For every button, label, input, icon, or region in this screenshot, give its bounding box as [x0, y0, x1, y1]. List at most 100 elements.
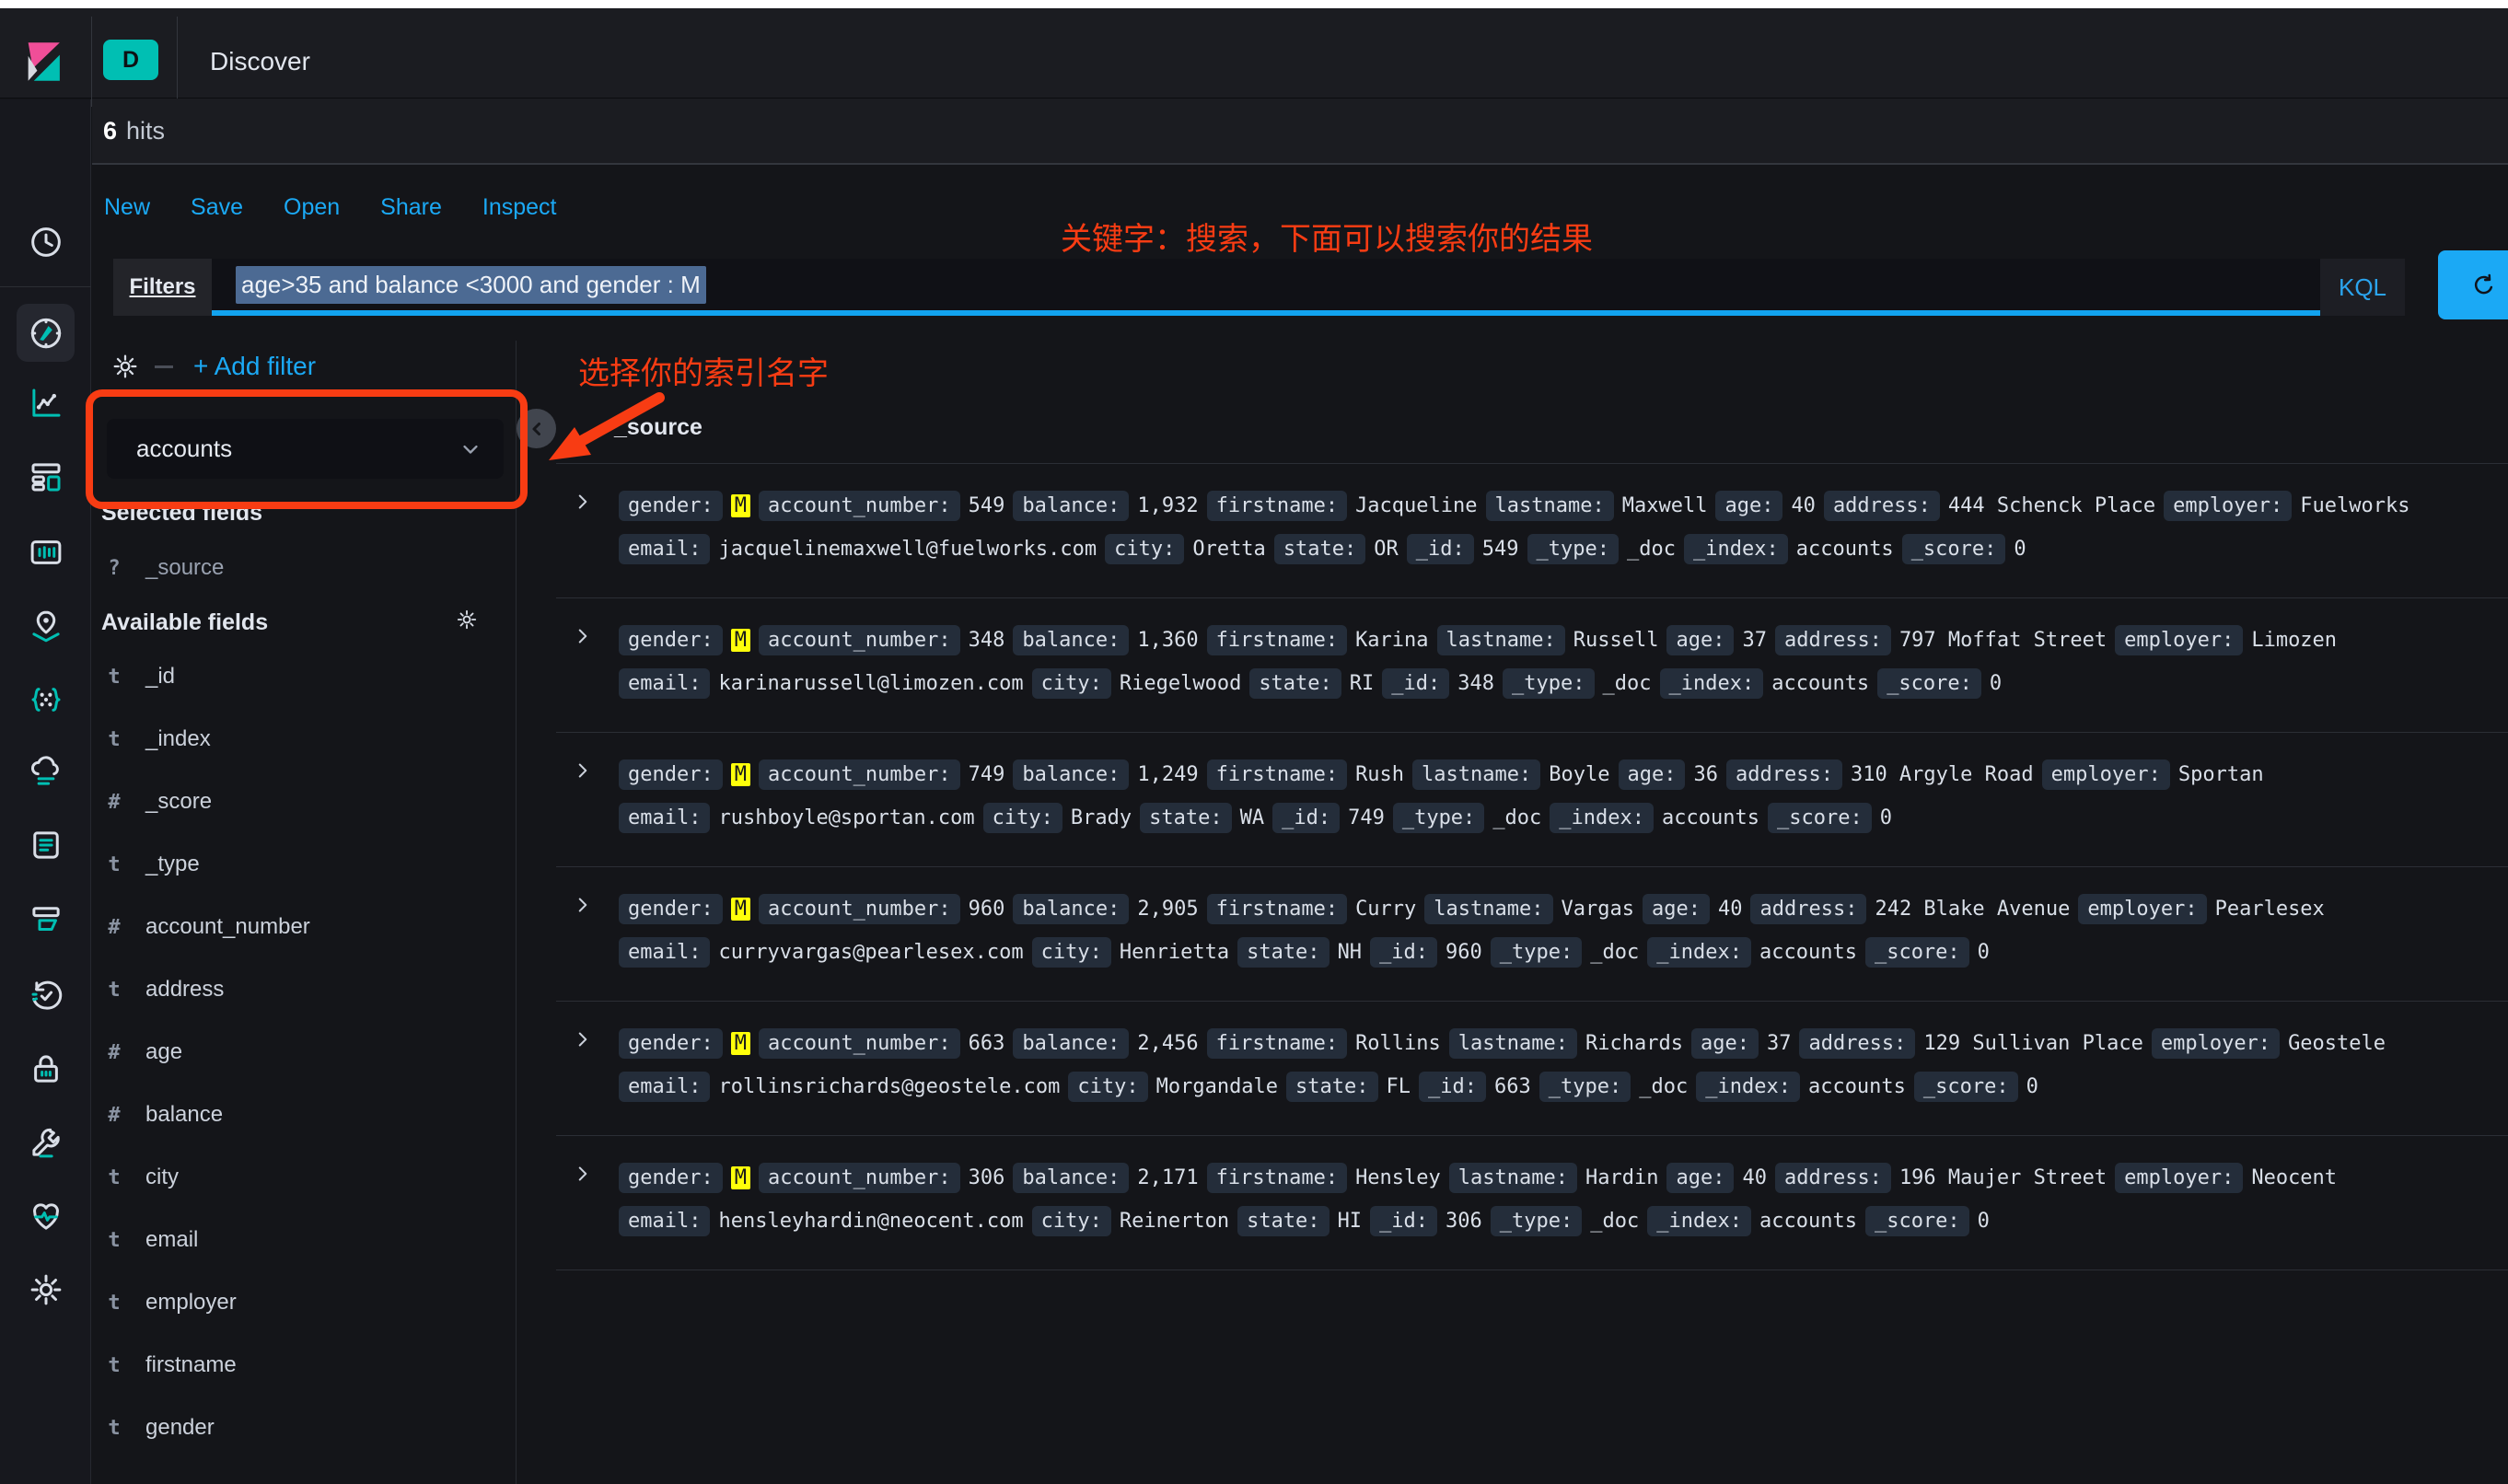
kibana-logo-icon[interactable]	[27, 41, 64, 82]
field-value: 306	[968, 1165, 1005, 1189]
nav-item-recently-viewed[interactable]	[0, 216, 91, 268]
nav-item-management[interactable]	[0, 1264, 91, 1316]
uptime-icon	[27, 976, 65, 1014]
expand-row-chevron-icon[interactable]	[571, 490, 595, 514]
field-key: address:	[1774, 1162, 1891, 1193]
expand-row-chevron-icon[interactable]	[571, 893, 595, 917]
doc-field-gender: gender: M	[619, 1162, 750, 1193]
toolbar-link-share[interactable]: Share	[380, 194, 442, 221]
field-key: _index:	[1696, 1071, 1800, 1102]
nav-item-apm[interactable]	[0, 894, 91, 945]
table-row: gender: Maccount_number: 749 balance: 1,249 f…	[556, 733, 2508, 867]
query-input[interactable]: age>35 and balance <3000 and gender : M	[212, 259, 2320, 316]
field-key: address:	[1750, 893, 1867, 924]
doc-field-_index: _index: accounts	[1647, 1205, 1857, 1236]
field-value: _doc	[1590, 1209, 1640, 1233]
text-type-icon: t	[108, 1353, 121, 1377]
nav-item-metrics[interactable]	[0, 746, 91, 797]
field-item-employer[interactable]: t employer	[101, 1271, 506, 1334]
toolbar-link-inspect[interactable]: Inspect	[482, 194, 557, 221]
field-item-_type[interactable]: t _type	[101, 833, 506, 896]
field-key: gender:	[619, 1027, 723, 1059]
field-key: age:	[1618, 759, 1686, 790]
nav-item-maps[interactable]	[0, 600, 91, 652]
nav-item-siem[interactable]	[0, 1043, 91, 1095]
filters-button[interactable]: Filters	[113, 259, 212, 316]
toolbar-link-save[interactable]: Save	[191, 194, 243, 221]
available-fields-gear-icon[interactable]	[455, 608, 479, 632]
source-column-header[interactable]: _source	[614, 414, 702, 441]
nav-item-canvas[interactable]	[0, 527, 91, 578]
field-value: accounts	[1795, 537, 1894, 561]
field-key: _type:	[1527, 533, 1620, 564]
doc-field-_score: _score: 0	[1864, 936, 1990, 968]
field-value: 0	[1977, 940, 1990, 964]
text-type-icon: t	[108, 1416, 121, 1440]
field-value: accounts	[1759, 940, 1857, 964]
kql-language-button[interactable]: KQL	[2320, 259, 2405, 316]
field-key: lastname:	[1448, 1027, 1577, 1059]
field-item-_index[interactable]: t _index	[101, 708, 506, 771]
field-value: Maxwell	[1621, 493, 1708, 517]
field-value: Russell	[1573, 628, 1659, 652]
field-value: Neocent	[2251, 1165, 2338, 1189]
field-key: firstname:	[1206, 490, 1348, 521]
field-label: balance	[145, 1102, 224, 1127]
field-item-firstname[interactable]: t firstname	[101, 1334, 506, 1397]
nav-item-logs[interactable]	[0, 819, 91, 871]
field-item-address[interactable]: t address	[101, 958, 506, 1021]
doc-field-line: email: karinarussell@limozen.com city: Rieg…	[619, 666, 2010, 701]
nav-item-dashboard[interactable]	[0, 451, 91, 503]
nav-item-machine-learning[interactable]	[0, 674, 91, 725]
field-value: Pearlesex	[2214, 897, 2325, 921]
field-label: _type	[145, 852, 200, 876]
nav-item-monitoring[interactable]	[0, 1190, 91, 1242]
field-key: _type:	[1538, 1071, 1631, 1102]
field-key: _score:	[1864, 936, 1969, 968]
nav-item-uptime[interactable]	[0, 969, 91, 1021]
field-key: gender:	[619, 624, 723, 655]
field-key: state:	[1249, 667, 1341, 699]
nav-item-discover[interactable]	[0, 307, 91, 359]
field-value: Limozen	[2251, 628, 2338, 652]
field-item-city[interactable]: t city	[101, 1146, 506, 1209]
nav-item-visualize[interactable]	[0, 377, 91, 429]
field-value: 348	[968, 628, 1005, 652]
doc-field-gender: gender: M	[619, 759, 750, 790]
field-key: lastname:	[1448, 1162, 1577, 1193]
table-row: gender: Maccount_number: 549 balance: 1,932 f…	[556, 464, 2508, 598]
breadcrumb-badge[interactable]: D	[103, 40, 158, 80]
doc-field-address: address: 444 Schenck Place	[1823, 490, 2155, 521]
doc-field-age: age: 40	[1666, 1162, 1767, 1193]
field-value: rushboyle@sportan.com	[718, 806, 975, 829]
field-value: 310 Argyle Road	[1850, 762, 2034, 786]
field-item-_score[interactable]: # _score	[101, 771, 506, 833]
field-value: WA	[1239, 806, 1265, 829]
field-value: Richards	[1585, 1031, 1683, 1055]
field-item-email[interactable]: t email	[101, 1209, 506, 1271]
field-key: _score:	[1901, 533, 2006, 564]
doc-field-_id: _id: 348	[1382, 667, 1494, 699]
field-item-account_number[interactable]: # account_number	[101, 896, 506, 958]
expand-row-chevron-icon[interactable]	[571, 759, 595, 783]
field-item-balance[interactable]: # balance	[101, 1084, 506, 1146]
nav-item-dev-tools[interactable]	[0, 1117, 91, 1168]
field-value: karinarussell@limozen.com	[718, 671, 1024, 695]
field-item-gender[interactable]: t gender	[101, 1397, 506, 1459]
toolbar-link-open[interactable]: Open	[284, 194, 340, 221]
expand-row-chevron-icon[interactable]	[571, 624, 595, 648]
expand-row-chevron-icon[interactable]	[571, 1162, 595, 1186]
field-item-age[interactable]: # age	[101, 1021, 506, 1084]
field-item-_source[interactable]: ? _source	[101, 537, 506, 599]
field-value: _doc	[1627, 537, 1676, 561]
refresh-button[interactable]: Refresh	[2438, 250, 2508, 319]
doc-field-account_number: account_number: 663	[758, 1027, 1004, 1059]
field-value: curryvargas@pearlesex.com	[718, 940, 1024, 964]
toolbar-link-new[interactable]: New	[104, 194, 150, 221]
doc-field-city: city: Reinerton	[1031, 1205, 1229, 1236]
field-item-_id[interactable]: t _id	[101, 645, 506, 708]
field-value: 960	[968, 897, 1005, 921]
field-key: city:	[982, 802, 1062, 833]
expand-row-chevron-icon[interactable]	[571, 1027, 595, 1051]
field-key: email:	[619, 533, 711, 564]
